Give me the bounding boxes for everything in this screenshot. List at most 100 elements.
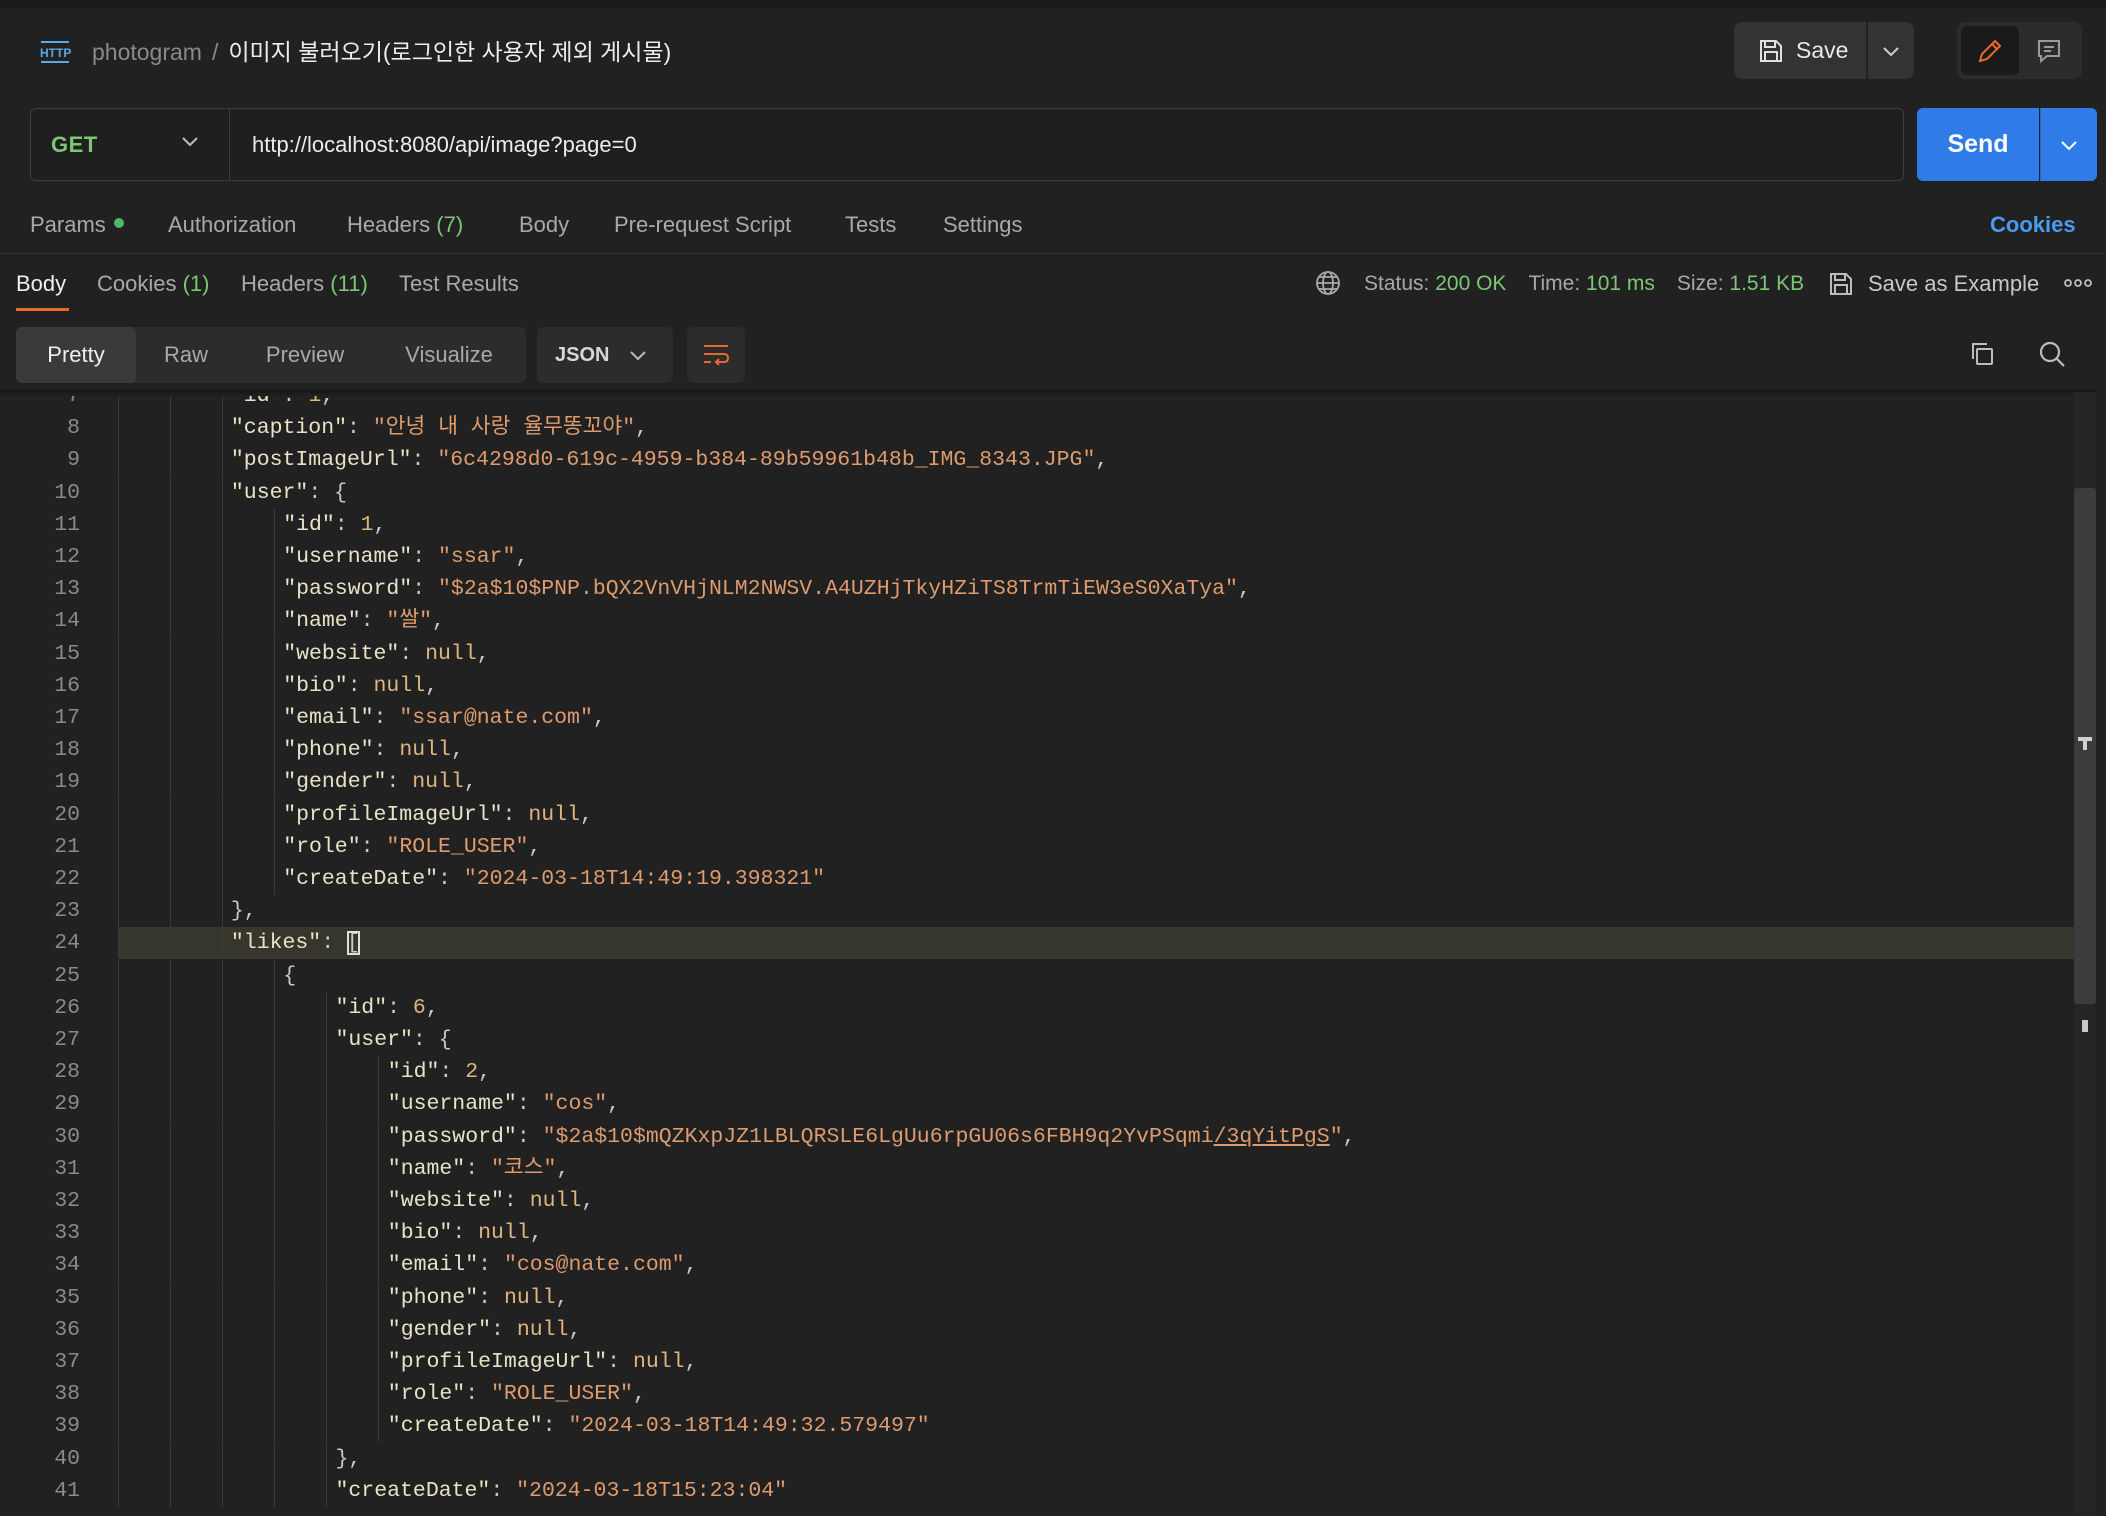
view-raw-button[interactable]: Raw bbox=[140, 327, 232, 383]
indent-guide bbox=[326, 1313, 327, 1346]
json-punctuation: , bbox=[450, 738, 464, 763]
response-tab-headers[interactable]: Headers (11) bbox=[241, 267, 368, 301]
json-string: "$2a$10$PNP.bQX2VnVHjNLM2NWSV.A4UZHjTkyH… bbox=[438, 577, 1238, 602]
indent-guide bbox=[274, 541, 275, 573]
indent-guide bbox=[378, 1378, 379, 1411]
indent-guide bbox=[118, 734, 119, 767]
indent-guide bbox=[222, 637, 223, 670]
json-punctuation: : bbox=[334, 512, 361, 537]
status-value[interactable]: 200 OK bbox=[1435, 267, 1506, 301]
json-punctuation: }, bbox=[335, 1446, 362, 1471]
wrap-lines-button[interactable] bbox=[687, 327, 745, 383]
copy-icon[interactable] bbox=[1968, 340, 1996, 368]
json-punctuation: : bbox=[411, 448, 438, 473]
line-number: 27 bbox=[54, 1028, 80, 1052]
indent-guide bbox=[170, 702, 171, 734]
json-punctuation: , bbox=[592, 706, 606, 730]
size-value[interactable]: 1.51 KB bbox=[1729, 267, 1804, 301]
send-options-dropdown[interactable] bbox=[2040, 108, 2097, 181]
response-tab-test-results[interactable]: Test Results bbox=[399, 267, 519, 301]
send-button[interactable]: Send bbox=[1917, 108, 2039, 181]
response-body-editor[interactable]: 7 "id": 1, 8 "caption": "안녕 내 사랑 율무똥꼬야", 9 "p… bbox=[0, 392, 2076, 1516]
code-line: 32 "website": null, bbox=[0, 1185, 2076, 1217]
indent-guide bbox=[170, 637, 171, 670]
line-number: 15 bbox=[54, 641, 80, 666]
json-punctuation: : bbox=[412, 545, 439, 569]
code-line: 30 "password": "$2a$10$mQZKxpJZ1LBLQRSLE6… bbox=[0, 1120, 2076, 1153]
indent-guide bbox=[274, 1152, 275, 1185]
code-line: 34 "email": "cos@nate.com", bbox=[0, 1249, 2076, 1282]
json-punctuation: : bbox=[387, 995, 413, 1020]
code-line: 23}, bbox=[0, 895, 2076, 928]
json-key: "profileImageUrl" bbox=[387, 1350, 608, 1374]
scrollbar-marker bbox=[2083, 737, 2087, 750]
tab-pre-request-script[interactable]: Pre-request Script bbox=[614, 208, 791, 242]
json-string: "안녕 내 사랑 율무똥꼬야" bbox=[372, 416, 636, 441]
json-punctuation: { bbox=[283, 963, 297, 988]
response-tab-cookies[interactable]: Cookies (1) bbox=[97, 267, 210, 301]
save-options-dropdown[interactable] bbox=[1868, 22, 1914, 79]
response-tab-headers-label: Headers bbox=[241, 271, 325, 296]
tab-authorization[interactable]: Authorization bbox=[168, 208, 296, 242]
time-value[interactable]: 101 ms bbox=[1586, 267, 1655, 301]
method-select[interactable]: GET bbox=[31, 109, 229, 180]
indent-guide bbox=[222, 1346, 223, 1378]
indent-guide bbox=[222, 1056, 223, 1089]
view-visualize-button[interactable]: Visualize bbox=[388, 327, 510, 383]
http-icon: HTTP bbox=[38, 38, 71, 68]
tab-body[interactable]: Body bbox=[519, 208, 569, 242]
more-horizontal-icon[interactable] bbox=[2064, 276, 2092, 290]
view-pretty-button[interactable]: Pretty bbox=[16, 327, 136, 383]
code-line: 12 "username": "ssar", bbox=[0, 541, 2076, 573]
format-value: JSON bbox=[555, 343, 610, 366]
indent-guide bbox=[274, 508, 275, 541]
comments-button[interactable] bbox=[2020, 26, 2078, 75]
tab-settings[interactable]: Settings bbox=[943, 208, 1023, 242]
search-icon[interactable] bbox=[2038, 340, 2066, 368]
indent-guide bbox=[170, 1185, 171, 1217]
line-number: 32 bbox=[54, 1189, 80, 1213]
indent-guide bbox=[222, 830, 223, 863]
response-tab-headers-count: (11) bbox=[330, 271, 368, 296]
json-punctuation: , bbox=[607, 1092, 621, 1117]
divider bbox=[0, 253, 2106, 254]
json-string: "코스" bbox=[491, 1156, 557, 1181]
indent-guide bbox=[222, 1474, 223, 1507]
json-punctuation: : bbox=[347, 416, 373, 441]
response-tab-body[interactable]: Body bbox=[16, 267, 66, 301]
line-number: 13 bbox=[54, 577, 80, 602]
line-number: 16 bbox=[54, 673, 80, 698]
tab-params[interactable]: Params bbox=[30, 208, 124, 242]
code-text: "email": "cos@nate.com", bbox=[388, 1249, 698, 1281]
edit-mode-button[interactable] bbox=[1961, 26, 2019, 75]
json-punctuation: : bbox=[465, 1156, 492, 1181]
code-text: "username": "cos", bbox=[388, 1088, 620, 1120]
code-line: 8 "caption": "안녕 내 사랑 율무똥꼬야", bbox=[0, 412, 2076, 445]
indent-guide bbox=[378, 1185, 379, 1217]
indent-guide bbox=[118, 959, 119, 992]
json-key: "likes" bbox=[230, 931, 322, 956]
save-as-example-button[interactable]: Save as Example bbox=[1828, 267, 2039, 301]
globe-icon[interactable] bbox=[1315, 270, 1341, 296]
request-name[interactable]: 이미지 불러오기(로그인한 사용자 제외 게시물) bbox=[228, 39, 671, 65]
tab-tests[interactable]: Tests bbox=[845, 208, 896, 242]
indent-guide bbox=[274, 1474, 275, 1507]
indent-guide bbox=[274, 766, 275, 799]
json-punctuation: , bbox=[556, 1156, 570, 1181]
indent-guide bbox=[118, 1088, 119, 1121]
view-preview-button[interactable]: Preview bbox=[248, 327, 362, 383]
code-text: "phone": null, bbox=[283, 734, 464, 766]
save-button[interactable]: Save bbox=[1734, 22, 1866, 79]
cookies-link[interactable]: Cookies bbox=[1990, 208, 2076, 242]
url-input[interactable] bbox=[252, 109, 1882, 180]
line-number: 17 bbox=[54, 706, 80, 730]
tab-headers[interactable]: Headers (7) bbox=[347, 208, 463, 242]
indent-guide bbox=[118, 573, 119, 606]
code-text: "role": "ROLE_USER", bbox=[388, 1378, 646, 1410]
json-key: "gender" bbox=[387, 1317, 492, 1342]
format-select[interactable]: JSON bbox=[537, 327, 673, 383]
json-punctuation: , bbox=[425, 995, 439, 1020]
indent-guide bbox=[170, 863, 171, 895]
json-value: null bbox=[529, 1189, 582, 1213]
breadcrumb-collection[interactable]: photogram bbox=[92, 39, 202, 65]
